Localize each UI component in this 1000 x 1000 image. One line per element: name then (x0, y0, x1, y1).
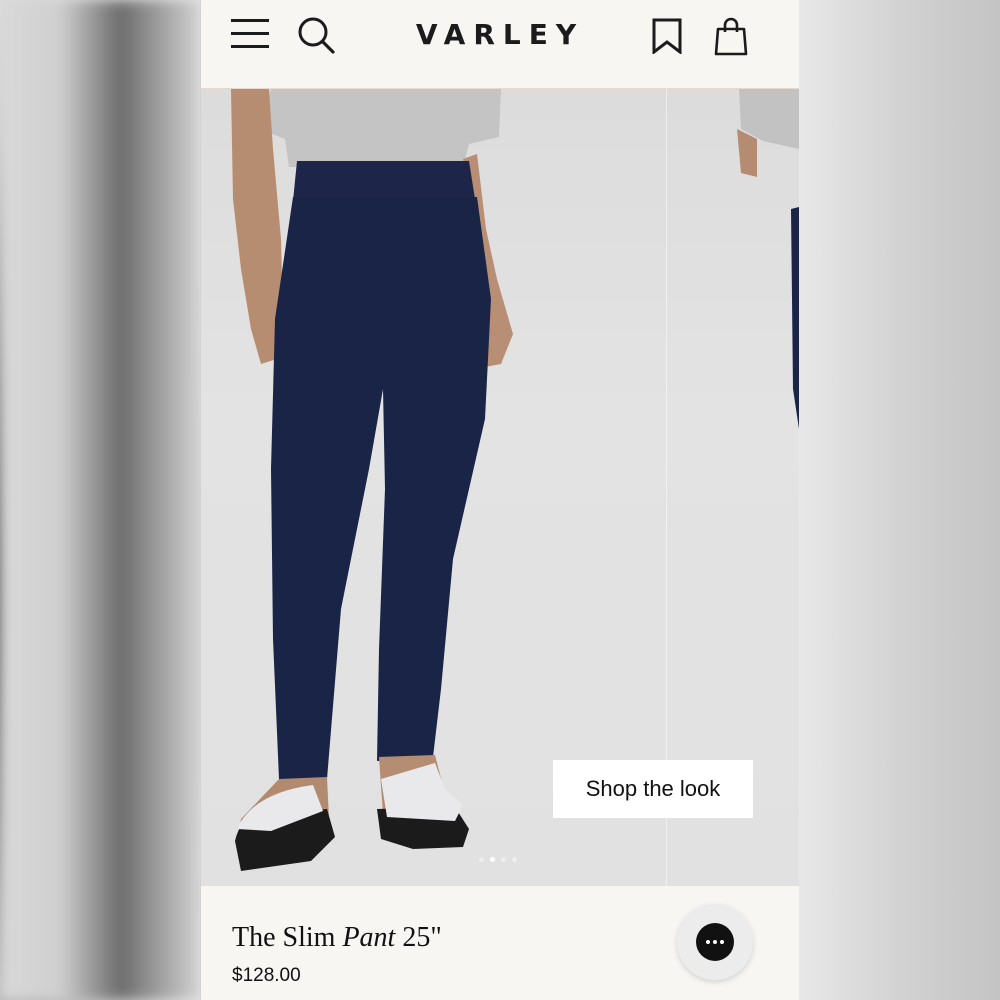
bookmark-icon[interactable] (651, 18, 683, 54)
product-image-carousel[interactable]: Shop the look (201, 89, 799, 886)
shopping-bag-icon[interactable] (714, 16, 748, 56)
chat-button[interactable] (677, 904, 753, 980)
shop-the-look-button[interactable]: Shop the look (553, 760, 753, 818)
product-title-suffix: 25" (402, 922, 442, 953)
product-price: $128.00 (232, 965, 301, 986)
product-title: The Slim Pant 25" (232, 922, 442, 954)
product-title-prefix: The Slim (232, 922, 336, 953)
chat-bubble-icon (696, 923, 734, 961)
carousel-dot[interactable] (512, 857, 517, 862)
product-info: The Slim Pant 25" $128.00 (201, 886, 799, 1000)
product-title-italic: Pant (342, 922, 396, 953)
carousel-dot-active[interactable] (490, 857, 495, 862)
carousel-dot[interactable] (479, 857, 484, 862)
carousel-pagination (479, 857, 517, 862)
mobile-page: VARLEY Shop the look The Slim Pant 25" $… (201, 0, 799, 1000)
brand-logo[interactable]: VARLEY (201, 18, 799, 51)
carousel-dot[interactable] (501, 857, 506, 862)
site-header: VARLEY (201, 0, 799, 89)
